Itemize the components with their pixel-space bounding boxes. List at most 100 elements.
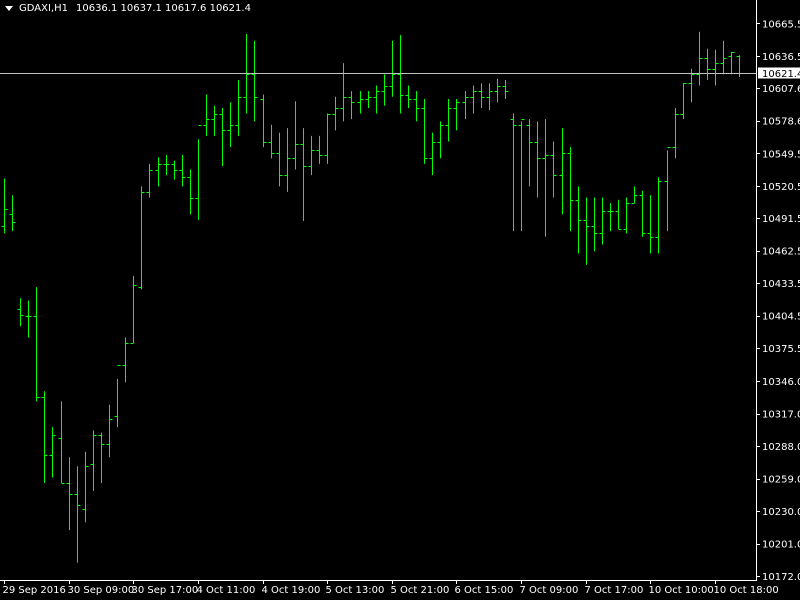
x-tick-label: 7 Oct 17:00 [585,585,644,596]
ohlc-bar [615,199,622,230]
ohlc-bar [631,186,638,204]
ohlc-bar [397,35,404,114]
x-tick-label: 5 Oct 13:00 [326,585,385,596]
price-axis[interactable]: 10665.5 10636.5 10607.6 10578.6 10549.5 10520… [756,19,800,583]
ohlc-bar [494,78,501,103]
ohlc-bar [300,128,307,222]
x-tick-label: 10 Oct 10:00 [649,585,714,596]
ohlc-bar [720,40,727,75]
ohlc-bar [90,430,97,491]
ohlc-bar [518,119,525,232]
ohlc-bar [591,197,598,252]
y-tick-label: 10520.5 [762,182,800,193]
ohlc-bar [478,83,485,108]
y-tick-label: 10404.5 [762,312,800,323]
ohlc-bar [332,96,339,131]
ohlc-bar [672,107,679,159]
x-tick-label: 30 Sep 17:00 [132,585,199,596]
ohlc-bar [704,48,711,80]
ohlc-bar [130,275,137,344]
x-tick-label: 7 Oct 09:00 [520,585,579,596]
ohlc-bar [607,203,614,232]
ohlc-bar [276,132,283,187]
ohlc-bar [696,31,703,86]
time-axis[interactable]: 29 Sep 2016 30 Sep 09:0030 Sep 17:004 Oct… [3,580,779,596]
ohlc-bar [251,40,258,122]
ohlc-bar [1,178,8,234]
ohlc-bar [179,154,186,187]
price-chart[interactable]: 10665.5 10636.5 10607.6 10578.6 10549.5 10520… [0,0,800,600]
ohlc-bar [49,427,56,478]
x-tick-label: 5 Oct 21:00 [391,585,450,596]
ohlc-bar [639,190,646,237]
y-tick-label: 10172.0 [762,572,800,583]
ohlc-bar [462,91,469,120]
ohlc-bar [470,85,477,114]
y-tick-label: 10549.5 [762,149,800,160]
ohlc-bar [680,83,687,120]
ohlc-bar [187,169,194,215]
ohlc-bar [195,125,202,220]
ohlc-readout: 10636.1 10637.1 10617.6 10621.4 [75,3,251,14]
ohlc-bar [82,451,89,523]
ohlc-bar [575,186,582,254]
dropdown-triangle-icon[interactable] [5,6,13,11]
ohlc-bar [211,105,218,136]
chart-window[interactable]: 10665.5 10636.5 10607.6 10578.6 10549.5 10520… [0,0,800,600]
ohlc-bar [437,121,444,159]
ohlc-bar [373,85,380,114]
ohlc-bar [647,195,654,254]
ohlc-bar [146,163,153,198]
ohlc-bar [227,102,234,148]
ohlc-bar [421,98,428,164]
y-tick-label: 10462.5 [762,247,800,258]
ohlc-bar [655,177,662,254]
ohlc-bar [58,401,65,484]
symbol-header: GDAXI,H1 10636.1 10637.1 10617.6 10621.4 [5,3,251,14]
ohlc-bar [599,197,606,245]
ohlc-bar [284,128,291,192]
y-tick-label: 10636.5 [762,52,800,63]
ohlc-bar [567,147,574,232]
ohlc-bar [66,457,73,531]
y-tick-label: 10346.0 [762,377,800,388]
ohlc-bar [664,147,671,232]
ohlc-bar [203,94,210,136]
x-tick-label: 10 Oct 18:00 [714,585,779,596]
ohlc-bar [235,79,242,136]
ohlc-bar [17,298,24,327]
ohlc-bar [453,98,460,131]
y-tick-label: 10259.0 [762,475,800,486]
y-tick-label: 10491.5 [762,214,800,225]
x-tick-label: 4 Oct 19:00 [262,585,321,596]
ohlc-bar [405,85,412,108]
ohlc-bar [25,300,32,338]
ohlc-bar [357,91,364,114]
current-price-label: 10621.4 [762,69,800,80]
ohlc-bar [155,157,162,187]
ohlc-bar [712,49,719,86]
y-tick-label: 10288.0 [762,442,800,453]
x-tick-label: 6 Oct 15:00 [455,585,514,596]
ohlc-bar [534,121,541,198]
ohlc-bar [219,107,226,167]
ohlc-bar [340,63,347,122]
ohlc-bar [542,119,549,237]
ohlc-bar [728,51,735,75]
ohlc-bar [365,91,372,108]
x-tick-label: 30 Sep 09:00 [68,585,135,596]
ohlc-bar [33,287,40,402]
ohlc-bar [98,432,105,484]
ohlc-bar [486,83,493,111]
ohlc-bar [429,132,436,176]
y-tick-label: 10578.6 [762,117,800,128]
y-tick-label: 10665.5 [762,19,800,30]
ohlc-bar [583,197,590,265]
ohlc-bar [292,101,299,170]
ohlc-bar [308,135,315,176]
ohlc-bar [122,337,129,383]
ohlc-bar [381,74,388,106]
y-tick-label: 10230.0 [762,507,800,518]
ohlc-bars-layer [1,31,743,563]
ohlc-bar [41,391,48,484]
